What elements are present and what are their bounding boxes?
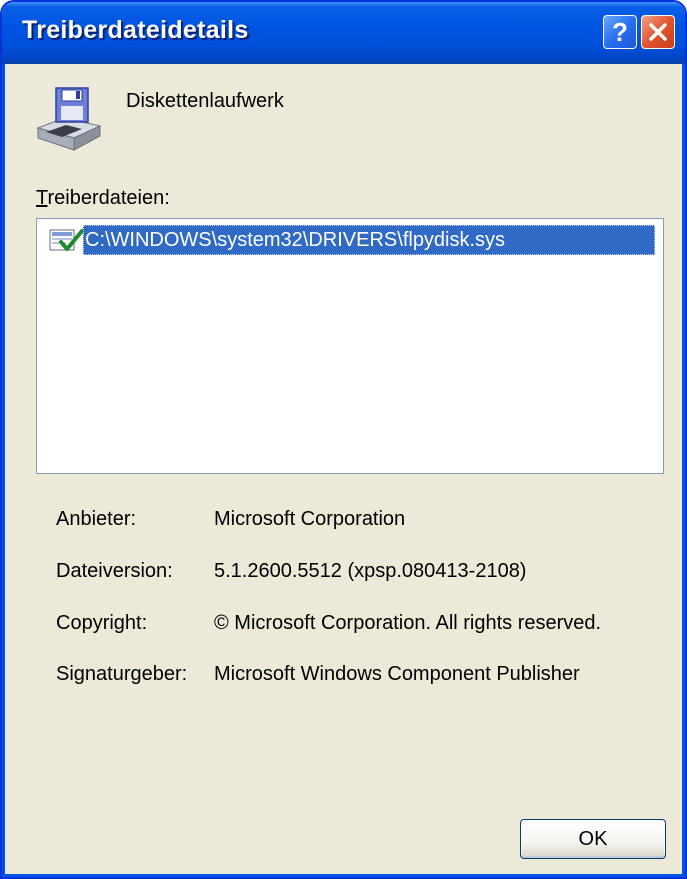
file-version-value: 5.1.2600.5512 (xpsp.080413-2108) xyxy=(214,560,527,582)
signer-value: Microsoft Windows Component Publisher xyxy=(214,663,580,685)
driver-files-label-text: reiberdateien: xyxy=(47,187,170,209)
close-button[interactable] xyxy=(641,15,675,49)
title-bar[interactable]: Treiberdateidetails ? xyxy=(2,2,685,64)
close-icon xyxy=(649,23,667,41)
signed-file-icon xyxy=(49,229,84,251)
driver-file-details-dialog: Treiberdateidetails ? Diskettenlaufwerk … xyxy=(0,0,687,879)
help-button[interactable]: ? xyxy=(603,15,637,49)
copyright-value: © Microsoft Corporation. All rights rese… xyxy=(214,612,602,634)
floppy-drive-icon xyxy=(36,87,102,151)
driver-files-label-mnemonic: T xyxy=(36,187,48,209)
question-mark-icon: ? xyxy=(612,17,628,47)
driver-file-path: C:\WINDOWS\system32\DRIVERS\flpydisk.sys xyxy=(83,225,655,255)
provider-label: Anbieter: xyxy=(56,508,137,530)
file-version-label: Dateiversion: xyxy=(56,560,173,582)
list-item[interactable]: C:\WINDOWS\system32\DRIVERS\flpydisk.sys xyxy=(45,225,663,255)
signer-label: Signaturgeber: xyxy=(56,663,188,685)
device-name: Diskettenlaufwerk xyxy=(126,90,284,112)
driver-files-list[interactable]: C:\WINDOWS\system32\DRIVERS\flpydisk.sys xyxy=(36,218,664,474)
provider-value: Microsoft Corporation xyxy=(214,508,406,530)
dialog-title: Treiberdateidetails xyxy=(22,16,249,44)
driver-files-label: Treiberdateien: xyxy=(36,187,170,210)
ok-button[interactable]: OK xyxy=(520,819,666,859)
copyright-label: Copyright: xyxy=(56,612,148,634)
